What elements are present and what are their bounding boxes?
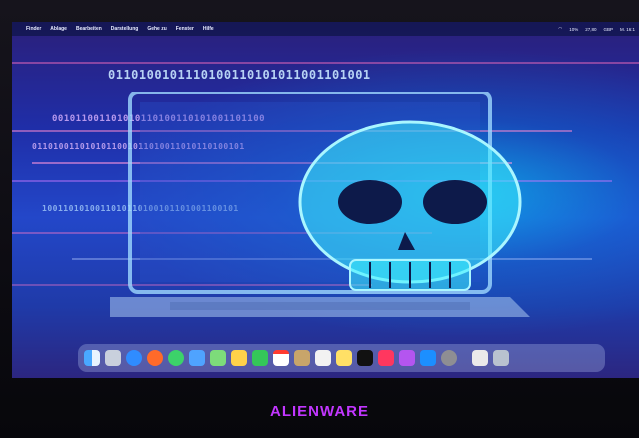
mail-icon[interactable]	[189, 350, 205, 366]
binary-row: 0110100101110100110101011001101001	[108, 68, 371, 82]
safari-icon[interactable]	[126, 350, 142, 366]
menu-bearbeiten[interactable]: Bearbeiten	[76, 26, 102, 32]
messages-icon[interactable]	[168, 350, 184, 366]
dock	[78, 344, 605, 372]
currency-label: GBP	[603, 26, 613, 32]
file-icon[interactable]	[472, 350, 488, 366]
menu-ablage[interactable]: Ablage	[50, 26, 67, 32]
music-icon[interactable]	[378, 350, 394, 366]
menu-fenster[interactable]: Fenster	[176, 26, 194, 32]
status-area: ◠ 10% 27,80 GBP M. 16:1	[551, 22, 635, 36]
contacts-icon[interactable]	[294, 350, 310, 366]
menu-bar: Finder Ablage Bearbeiten Darstellung Geh…	[12, 22, 639, 36]
tv-icon[interactable]	[357, 350, 373, 366]
clock[interactable]: M. 16:1	[620, 27, 635, 32]
battery-percent[interactable]: 10%	[569, 27, 578, 32]
podcasts-icon[interactable]	[399, 350, 415, 366]
menu-hilfe[interactable]: Hilfe	[203, 26, 214, 32]
menu-finder[interactable]: Finder	[26, 26, 41, 32]
trash-icon[interactable]	[493, 350, 509, 366]
screen: Finder Ablage Bearbeiten Darstellung Geh…	[12, 22, 639, 378]
firefox-icon[interactable]	[147, 350, 163, 366]
appstore-icon[interactable]	[420, 350, 436, 366]
wifi-icon[interactable]: ◠	[558, 26, 562, 32]
alienware-logo: ALIENWARE	[270, 403, 369, 420]
photos-icon[interactable]	[231, 350, 247, 366]
wallpaper-laptop-skull	[110, 92, 530, 317]
status-value: 27,80	[585, 26, 597, 32]
menu-darstellung[interactable]: Darstellung	[111, 26, 139, 32]
maps-icon[interactable]	[210, 350, 226, 366]
calendar-icon[interactable]	[273, 350, 289, 366]
reminders-icon[interactable]	[315, 350, 331, 366]
glitch-streak	[12, 62, 639, 64]
launchpad-icon[interactable]	[105, 350, 121, 366]
menu-gehe-zu[interactable]: Gehe zu	[147, 26, 166, 32]
facetime-icon[interactable]	[252, 350, 268, 366]
notes-icon[interactable]	[336, 350, 352, 366]
settings-icon[interactable]	[441, 350, 457, 366]
finder-icon[interactable]	[84, 350, 100, 366]
